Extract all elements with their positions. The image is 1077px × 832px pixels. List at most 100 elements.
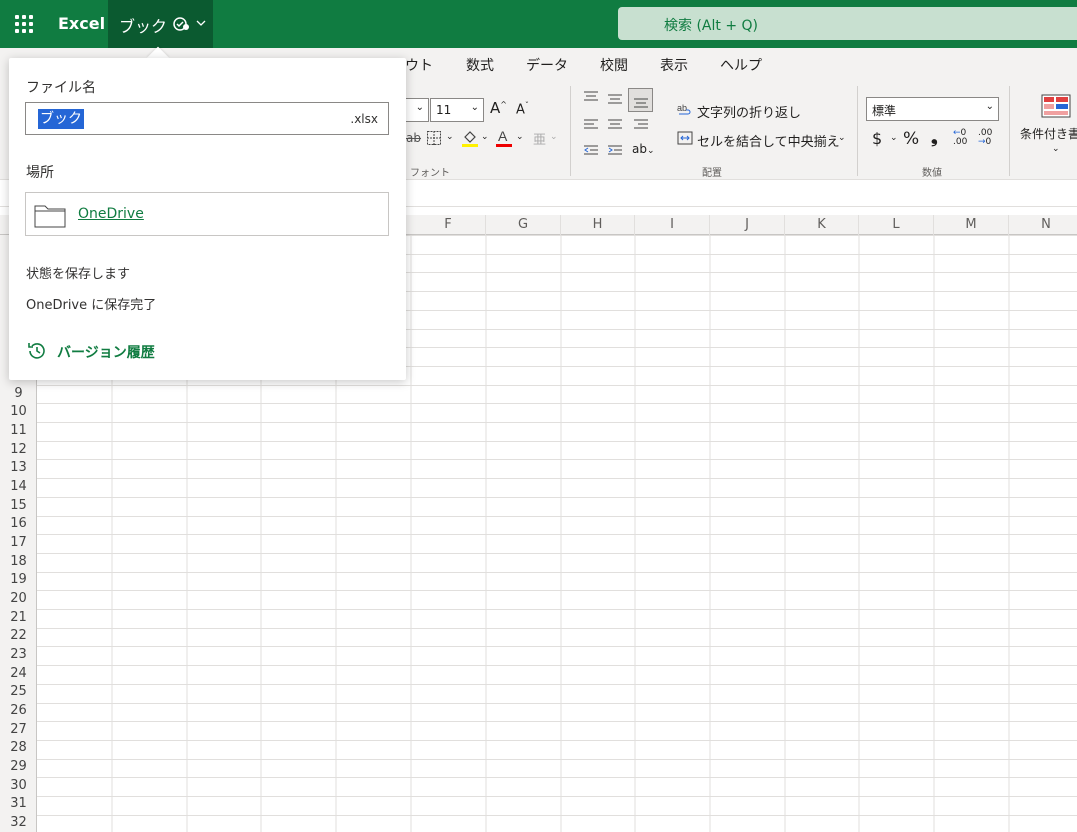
currency-icon[interactable]: $	[872, 129, 882, 148]
row-header[interactable]: 23	[0, 646, 37, 664]
tab-data[interactable]: データ	[526, 55, 568, 75]
row-header[interactable]: 20	[0, 590, 37, 608]
fill-color-icon[interactable]	[462, 128, 478, 148]
column-header[interactable]: M	[934, 215, 1009, 235]
column-header[interactable]: J	[710, 215, 785, 235]
align-center-icon[interactable]	[607, 118, 623, 132]
tab-page-layout[interactable]: ウト	[405, 55, 433, 75]
font-group-label: フォント	[410, 168, 450, 179]
group-separator	[1009, 86, 1010, 176]
filename-input[interactable]: ブック .xlsx	[25, 102, 389, 135]
tab-help[interactable]: ヘルプ	[720, 55, 762, 75]
row-header[interactable]: 29	[0, 758, 37, 776]
conditional-format-icon[interactable]	[1041, 94, 1071, 118]
decrease-indent-icon[interactable]	[583, 144, 599, 158]
phonetic-icon[interactable]: 亜	[533, 129, 546, 148]
row-header[interactable]: 32	[0, 814, 37, 832]
conditional-format-label[interactable]: 条件付き書	[1020, 125, 1077, 142]
phonetic-dropdown-icon[interactable]: ⌄	[550, 132, 558, 142]
history-icon	[28, 343, 45, 359]
decrease-font-icon[interactable]: Aˇ	[516, 101, 529, 117]
folder-icon	[34, 205, 66, 228]
row-header[interactable]: 27	[0, 721, 37, 739]
align-middle-icon[interactable]	[607, 92, 623, 106]
merge-center-dropdown-icon[interactable]: ⌄	[838, 133, 846, 143]
row-header[interactable]: 12	[0, 441, 37, 459]
row-header[interactable]: 21	[0, 609, 37, 627]
version-history-label: バージョン履歴	[57, 345, 155, 361]
search-placeholder: 検索 (Alt + Q)	[664, 18, 758, 34]
align-left-icon[interactable]	[583, 118, 599, 132]
column-header[interactable]: I	[635, 215, 710, 235]
wrap-text-label[interactable]: 文字列の折り返し	[697, 102, 801, 121]
row-header[interactable]: 9	[0, 385, 37, 403]
conditional-format-dropdown-icon[interactable]: ⌄	[1052, 144, 1060, 154]
row-header[interactable]: 15	[0, 497, 37, 515]
filename-value: ブック	[38, 109, 84, 129]
row-header[interactable]: 30	[0, 777, 37, 795]
title-bar: Excel ブック 検索 (Alt + Q)	[0, 0, 1077, 48]
merge-center-label[interactable]: セルを結合して中央揃え	[697, 131, 840, 150]
font-size-select[interactable]: 11 ⌄	[430, 98, 484, 122]
app-launcher-icon[interactable]	[14, 14, 34, 34]
align-right-icon[interactable]	[633, 118, 649, 132]
tab-review[interactable]: 校閲	[600, 55, 628, 75]
column-header[interactable]: N	[1009, 215, 1077, 235]
font-color-icon[interactable]: A	[496, 128, 512, 148]
borders-dropdown-icon[interactable]: ⌄	[446, 132, 454, 142]
row-header[interactable]: 13	[0, 459, 37, 477]
merge-center-icon[interactable]	[677, 130, 693, 146]
strikethrough-icon[interactable]: ab	[406, 131, 421, 145]
font-name-select[interactable]: ⌄	[404, 98, 429, 122]
row-header[interactable]: 19	[0, 571, 37, 589]
search-box[interactable]: 検索 (Alt + Q)	[618, 7, 1077, 40]
align-top-icon[interactable]	[583, 90, 599, 104]
column-header[interactable]: G	[486, 215, 561, 235]
file-info-flyout: ファイル名 ブック .xlsx 場所 OneDrive 状態を保存します One…	[9, 58, 406, 380]
column-header[interactable]: L	[859, 215, 934, 235]
orientation-icon[interactable]: ab⌄	[632, 142, 655, 156]
percent-icon[interactable]: %	[903, 129, 919, 149]
row-header[interactable]: 26	[0, 702, 37, 720]
number-format-select[interactable]: 標準 ⌄	[866, 97, 999, 121]
location-box[interactable]: OneDrive	[25, 192, 389, 236]
saved-status-icon	[173, 17, 189, 31]
fill-color-dropdown-icon[interactable]: ⌄	[481, 132, 489, 142]
row-header[interactable]: 17	[0, 534, 37, 552]
svg-text:ab: ab	[677, 103, 687, 113]
row-header[interactable]: 28	[0, 739, 37, 757]
row-header[interactable]: 25	[0, 683, 37, 701]
wrap-text-icon[interactable]: ab	[677, 101, 693, 117]
group-separator	[857, 86, 858, 176]
location-link[interactable]: OneDrive	[78, 206, 144, 222]
excel-window: Excel ブック 検索 (Alt + Q) ウト 数式 データ 校閲 表示 ヘ…	[0, 0, 1077, 832]
row-header[interactable]: 18	[0, 553, 37, 571]
column-header[interactable]: F	[411, 215, 486, 235]
row-header[interactable]: 22	[0, 627, 37, 645]
svg-text:A: A	[498, 128, 508, 144]
tab-formulas[interactable]: 数式	[466, 55, 494, 75]
align-bottom-button[interactable]	[628, 88, 653, 112]
increase-decimal-icon[interactable]: ←0.00	[953, 129, 967, 147]
increase-indent-icon[interactable]	[607, 144, 623, 158]
font-size-value: 11	[436, 103, 452, 117]
font-color-dropdown-icon[interactable]: ⌄	[516, 132, 524, 142]
location-label: 場所	[26, 165, 54, 181]
row-header[interactable]: 31	[0, 795, 37, 813]
increase-font-icon[interactable]: A^	[490, 99, 507, 117]
column-header[interactable]: K	[785, 215, 859, 235]
row-header[interactable]: 14	[0, 478, 37, 496]
document-title-button[interactable]: ブック	[108, 0, 213, 48]
app-name[interactable]: Excel	[58, 14, 105, 33]
number-group-label: 数値	[922, 168, 942, 179]
tab-view[interactable]: 表示	[660, 55, 688, 75]
column-header[interactable]: H	[561, 215, 635, 235]
row-header[interactable]: 11	[0, 422, 37, 440]
comma-style-icon[interactable]: ❟	[931, 128, 938, 148]
currency-dropdown-icon[interactable]: ⌄	[890, 133, 898, 143]
decrease-decimal-icon[interactable]: .00 →0	[978, 129, 992, 147]
row-header[interactable]: 10	[0, 403, 37, 421]
row-header[interactable]: 16	[0, 515, 37, 533]
row-header[interactable]: 24	[0, 665, 37, 683]
borders-icon[interactable]	[426, 130, 442, 146]
